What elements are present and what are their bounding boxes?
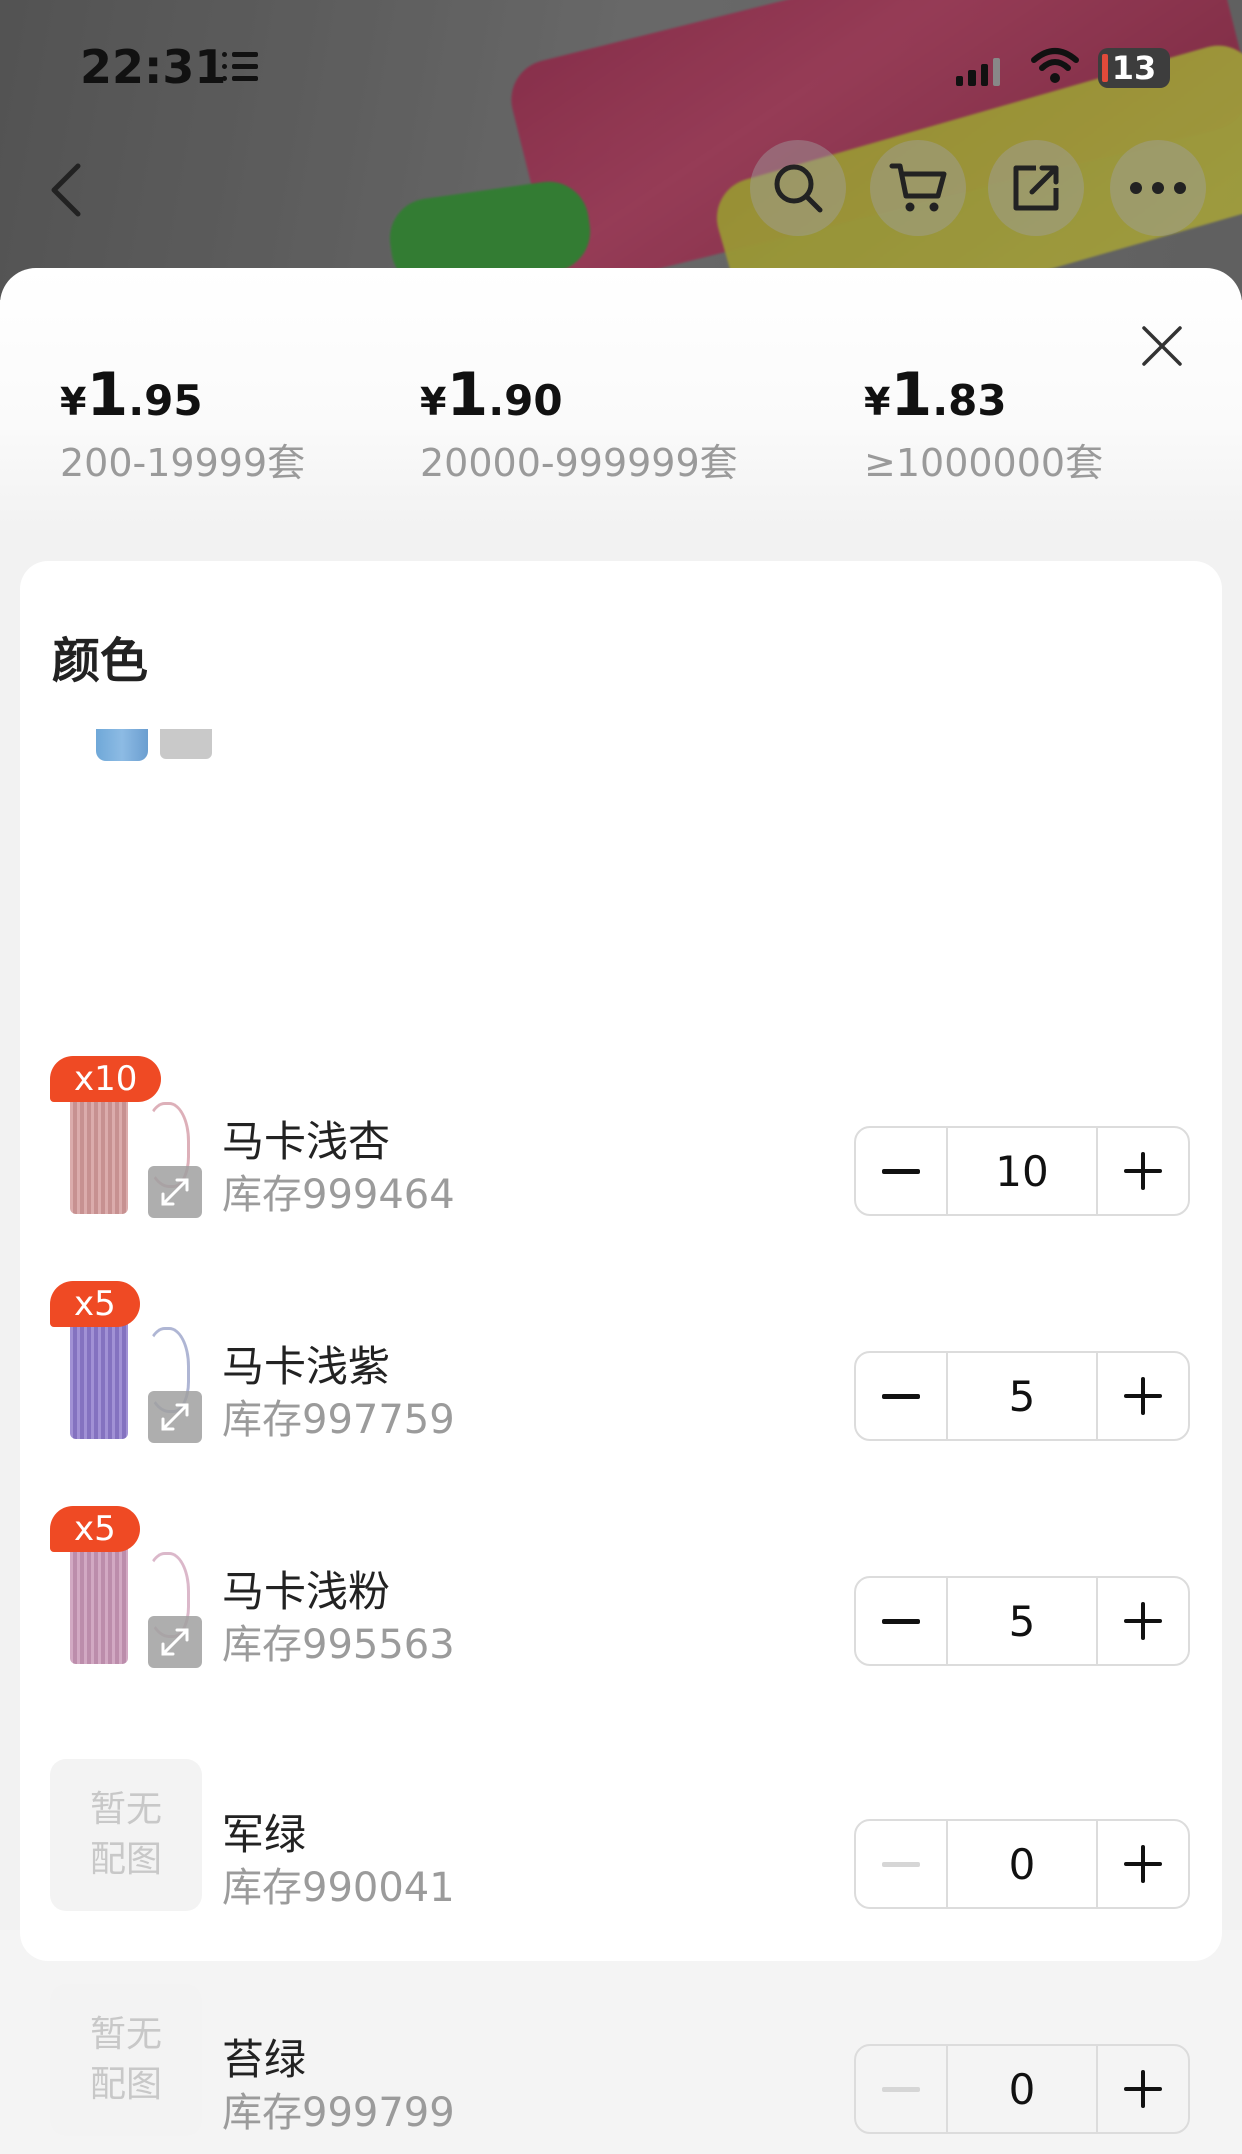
share-button[interactable] [988, 140, 1084, 236]
variant-row: x5 马卡浅紫 库存997759 5 [20, 1281, 1222, 1461]
decrease-button[interactable] [856, 1353, 946, 1439]
variant-name: 马卡浅紫 [222, 1342, 391, 1391]
decrease-button[interactable] [856, 2046, 946, 2132]
variant-thumbnail[interactable]: x5 [50, 1281, 202, 1443]
expand-icon[interactable] [148, 1391, 202, 1443]
tier-range: 200-19999套 [60, 441, 306, 485]
cart-button[interactable] [870, 140, 966, 236]
list-icon [222, 52, 258, 82]
expand-icon[interactable] [148, 1166, 202, 1218]
variant-row: 暂无 配图 军绿 库存990041 0 [20, 1759, 1222, 1929]
tier-price: ¥1.83 [864, 360, 1007, 430]
plus-icon [1124, 2070, 1162, 2108]
plus-icon [1124, 1152, 1162, 1190]
decrease-button[interactable] [856, 1578, 946, 1664]
quantity-value[interactable]: 10 [946, 1128, 1098, 1214]
variant-row: 暂无 配图 苔绿 库存999799 0 [20, 1984, 1222, 2154]
variant-name: 马卡浅杏 [222, 1117, 391, 1166]
chevron-left-icon[interactable] [40, 160, 100, 220]
cart-icon [889, 163, 947, 212]
variant-stock: 库存999464 [222, 1172, 455, 1218]
quantity-value[interactable]: 0 [946, 1821, 1098, 1907]
partial-variant-thumbnail[interactable] [72, 729, 212, 765]
search-icon [774, 164, 823, 213]
status-time: 22:31 [80, 40, 227, 94]
increase-button[interactable] [1098, 1128, 1188, 1214]
price-tiers: ¥1.95 200-19999套 ¥1.90 20000-999999套 ¥1.… [0, 360, 1242, 485]
minus-icon [882, 1168, 920, 1174]
variant-row: x5 马卡浅粉 库存995563 5 [20, 1506, 1222, 1686]
increase-button[interactable] [1098, 1578, 1188, 1664]
placeholder-text: 配图 [89, 1839, 162, 1880]
variant-row: x10 马卡浅杏 库存999464 10 [20, 1056, 1222, 1236]
plus-icon [1124, 1602, 1162, 1640]
variant-stock: 库存999799 [222, 2090, 455, 2136]
quantity-stepper: 10 [854, 1126, 1190, 1216]
quantity-stepper: 5 [854, 1576, 1190, 1666]
no-image-placeholder: 暂无 配图 [50, 1984, 202, 2136]
price-tier: ¥1.95 200-19999套 [60, 360, 305, 487]
sku-selection-sheet: ¥1.95 200-19999套 ¥1.90 20000-999999套 ¥1.… [0, 268, 1242, 2136]
plus-icon [1124, 1845, 1162, 1883]
tier-price: ¥1.95 [60, 360, 203, 430]
search-button[interactable] [750, 140, 846, 236]
variant-thumbnail[interactable]: x5 [50, 1506, 202, 1668]
variant-thumbnail[interactable]: x10 [50, 1056, 202, 1218]
quantity-value[interactable]: 5 [946, 1353, 1098, 1439]
decrease-button[interactable] [856, 1821, 946, 1907]
status-bar: 22:31 13 [0, 0, 1242, 130]
variant-name: 军绿 [222, 1810, 307, 1859]
price-tier: ¥1.90 20000-999999套 [420, 360, 738, 487]
expand-icon[interactable] [148, 1616, 202, 1668]
color-options-card: 颜色 x10 马卡浅杏 库存999464 10 x5 马卡浅紫 库存997759… [20, 561, 1222, 2136]
variant-name: 马卡浅粉 [222, 1567, 391, 1616]
minus-icon [882, 2086, 920, 2092]
minus-icon [882, 1618, 920, 1624]
share-icon [1013, 165, 1059, 211]
top-nav [0, 140, 1242, 240]
no-image-placeholder: 暂无 配图 [50, 1759, 202, 1911]
variant-stock: 库存995563 [222, 1622, 455, 1668]
cellular-signal-icon [956, 54, 1000, 86]
decrease-button[interactable] [856, 1128, 946, 1214]
plus-icon [1124, 1377, 1162, 1415]
quantity-value[interactable]: 0 [946, 2046, 1098, 2132]
placeholder-text: 暂无 [89, 1789, 162, 1830]
more-icon [1130, 182, 1186, 194]
price-tier: ¥1.83 ≥1000000套 [864, 360, 1103, 487]
battery-indicator: 13 [1098, 48, 1170, 88]
section-title: 颜色 [52, 633, 149, 689]
selected-qty-badge: x5 [50, 1506, 140, 1552]
tier-range: ≥1000000套 [864, 441, 1104, 485]
quantity-stepper: 5 [854, 1351, 1190, 1441]
tier-price: ¥1.90 [420, 360, 563, 430]
increase-button[interactable] [1098, 2046, 1188, 2132]
more-button[interactable] [1110, 140, 1206, 236]
quantity-stepper: 0 [854, 2044, 1190, 2134]
minus-icon [882, 1861, 920, 1867]
selected-qty-badge: x10 [50, 1056, 162, 1102]
variant-stock: 库存997759 [222, 1397, 455, 1443]
selected-qty-badge: x5 [50, 1281, 140, 1327]
wifi-icon [1031, 48, 1079, 83]
variant-stock: 库存990041 [222, 1865, 455, 1911]
quantity-stepper: 0 [854, 1819, 1190, 1909]
tier-range: 20000-999999套 [420, 441, 738, 485]
increase-button[interactable] [1098, 1821, 1188, 1907]
placeholder-text: 配图 [89, 2064, 162, 2105]
placeholder-text: 暂无 [89, 2014, 162, 2055]
increase-button[interactable] [1098, 1353, 1188, 1439]
variant-name: 苔绿 [222, 2035, 307, 2084]
quantity-value[interactable]: 5 [946, 1578, 1098, 1664]
minus-icon [882, 1393, 920, 1399]
